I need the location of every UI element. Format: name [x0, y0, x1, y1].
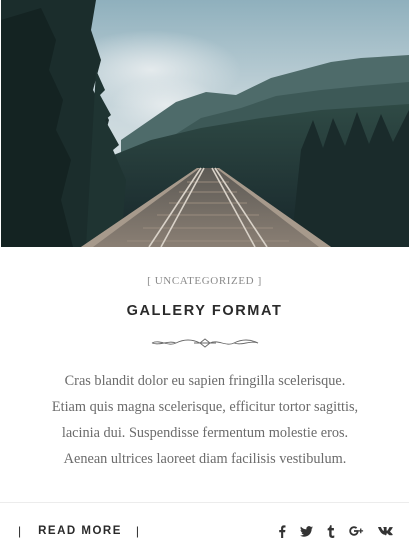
post-card: [ UNCATEGORIZED ] GALLERY FORMAT Cras bl…	[0, 0, 409, 559]
excerpt-line: Etiam quis magna scelerisque, efficitur …	[51, 399, 359, 415]
excerpt-line: Cras blandit dolor eu sapien fringilla s…	[64, 373, 346, 389]
separator-left: |	[18, 524, 22, 538]
post-title[interactable]: GALLERY FORMAT	[0, 303, 409, 319]
footer-divider	[0, 502, 409, 503]
read-more-label[interactable]: READ MORE	[38, 525, 122, 537]
featured-image[interactable]	[1, 0, 409, 247]
facebook-icon[interactable]	[278, 522, 286, 540]
excerpt-line: Aenean ultrices laoreet diam facilisis v…	[63, 451, 347, 467]
twitter-icon[interactable]	[300, 522, 313, 540]
separator-right: |	[135, 524, 140, 538]
share-icons	[278, 522, 393, 540]
post-excerpt: Cras blandit dolor eu sapien fringilla s…	[24, 368, 386, 472]
category-link[interactable]: UNCATEGORIZED	[155, 275, 254, 287]
railway-bridge-photo	[1, 0, 409, 247]
read-more-link[interactable]: | READ MORE |	[18, 522, 139, 540]
google-plus-icon[interactable]	[349, 522, 364, 540]
vk-icon[interactable]	[378, 522, 393, 540]
ornament-divider	[151, 338, 259, 348]
category-open-bracket: [	[147, 275, 152, 287]
excerpt-line: lacinia dui. Suspendisse fermentum moles…	[61, 425, 349, 441]
tumblr-icon[interactable]	[327, 522, 335, 540]
post-category: [ UNCATEGORIZED ]	[0, 275, 409, 287]
category-close-bracket: ]	[257, 275, 262, 287]
